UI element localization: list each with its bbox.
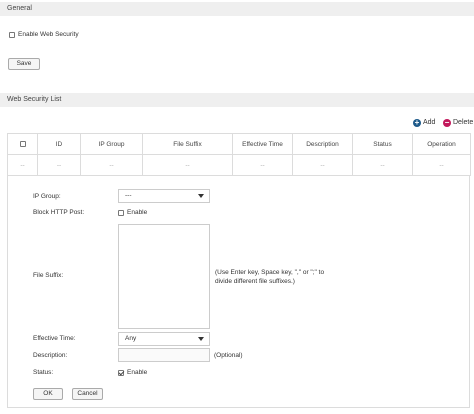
block-http-post-checkbox[interactable]: [118, 210, 124, 216]
column-header-ip-group: IP Group: [80, 133, 143, 155]
minus-circle-icon: −: [443, 118, 451, 127]
plus-circle-icon: +: [413, 118, 421, 127]
column-header-id: ID: [37, 133, 81, 155]
file-suffix-hint-line2: divide different file suffixes.): [215, 278, 295, 285]
status-label: Status:: [33, 369, 54, 376]
file-suffix-textarea[interactable]: [118, 224, 210, 329]
select-all-checkbox[interactable]: [19, 140, 26, 147]
column-header-description: Description: [292, 133, 353, 155]
block-http-post-option-label: Enable: [127, 209, 148, 216]
empty-cell: --: [142, 154, 233, 176]
column-header-status: Status: [352, 133, 413, 155]
empty-cell: --: [37, 154, 81, 176]
description-label: Description:: [33, 352, 68, 359]
enable-web-security-row[interactable]: Enable Web Security: [9, 31, 79, 38]
block-http-post-option[interactable]: Enable: [118, 208, 147, 218]
file-suffix-label: File Suffix:: [33, 272, 64, 279]
chevron-down-icon: [198, 194, 204, 198]
effective-time-value: Any: [125, 335, 137, 342]
empty-cell: --: [80, 154, 143, 176]
table-header-row: ID IP Group File Suffix Effective Time D…: [7, 133, 471, 155]
column-header-effective-time: Effective Time: [232, 133, 293, 155]
status-checkbox[interactable]: [118, 370, 124, 376]
enable-web-security-checkbox[interactable]: [9, 31, 15, 38]
empty-cell: --: [412, 154, 471, 176]
list-section-header: Web Security List: [0, 93, 474, 107]
delete-button[interactable]: − Delete: [443, 118, 473, 128]
status-option[interactable]: Enable: [118, 368, 147, 378]
select-all-cell[interactable]: [7, 133, 38, 155]
ip-group-value: ---: [125, 192, 132, 199]
effective-time-label: Effective Time:: [33, 335, 76, 342]
description-hint: (Optional): [214, 352, 243, 359]
block-http-post-label: Block HTTP Post:: [33, 209, 85, 216]
ok-button[interactable]: OK: [33, 388, 63, 400]
table-row: -- -- -- -- -- -- -- --: [7, 154, 471, 176]
column-header-operation: Operation: [412, 133, 471, 155]
save-button[interactable]: Save: [8, 58, 40, 70]
column-header-file-suffix: File Suffix: [142, 133, 233, 155]
file-suffix-hint-line1: (Use Enter key, Space key, "," or ";" to: [215, 269, 325, 276]
general-section-header: General: [0, 2, 474, 16]
file-suffix-hint: (Use Enter key, Space key, "," or ";" to…: [215, 268, 324, 286]
cancel-button[interactable]: Cancel: [72, 388, 103, 400]
add-label: Add: [423, 119, 436, 126]
empty-cell: --: [232, 154, 293, 176]
empty-cell: --: [352, 154, 413, 176]
add-button[interactable]: + Add: [413, 118, 435, 128]
empty-cell: --: [292, 154, 353, 176]
effective-time-select[interactable]: Any: [118, 332, 210, 346]
enable-web-security-label: Enable Web Security: [18, 31, 79, 38]
empty-cell: --: [7, 154, 38, 176]
description-input[interactable]: [118, 348, 210, 362]
ip-group-select[interactable]: ---: [118, 189, 210, 203]
delete-label: Delete: [453, 119, 474, 126]
web-security-table: ID IP Group File Suffix Effective Time D…: [7, 133, 471, 176]
ip-group-label: IP Group:: [33, 193, 61, 200]
chevron-down-icon: [198, 337, 204, 341]
status-option-label: Enable: [127, 369, 148, 376]
